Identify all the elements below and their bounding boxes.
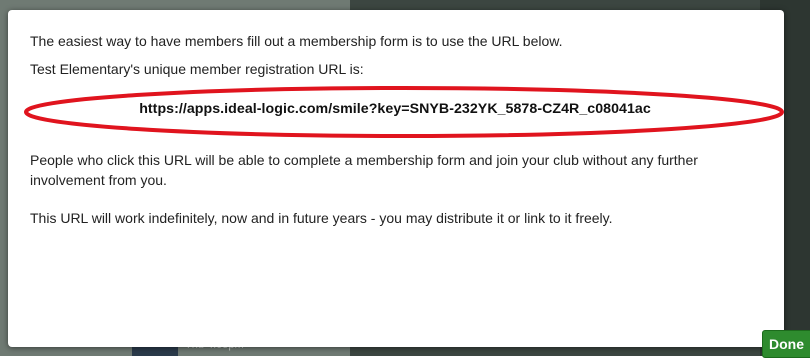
registration-url-dialog: The easiest way to have members fill out… (8, 10, 784, 347)
people-info-text: People who click this URL will be able t… (30, 152, 698, 188)
url-highlight-area: https://apps.ideal-logic.com/smile?key=S… (24, 84, 784, 140)
done-button[interactable]: Done (762, 330, 810, 358)
registration-url[interactable]: https://apps.ideal-logic.com/smile?key=S… (30, 101, 760, 117)
indefinite-info-text: This URL will work indefinitely, now and… (30, 210, 613, 226)
unique-url-label: Test Elementary's unique member registra… (30, 61, 364, 77)
intro-text: The easiest way to have members fill out… (30, 33, 563, 49)
